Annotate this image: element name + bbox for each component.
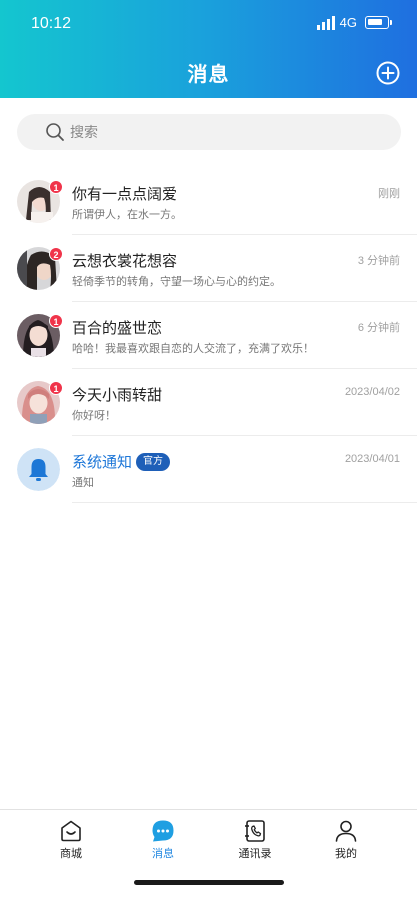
profile-icon	[335, 820, 357, 842]
unread-badge: 1	[49, 180, 63, 194]
conversation-list: 1 你有一点点阔爱 所谓伊人，在水一方。 刚刚 2 云想衣裳花想容 轻倚季节的转…	[0, 168, 417, 503]
tab-label: 通讯录	[238, 847, 272, 860]
conversation-item[interactable]: 1 今天小雨转甜 你好呀！ 2023/04/02	[0, 369, 417, 436]
conversation-item[interactable]: 2 云想衣裳花想容 轻倚季节的转角，守望一场心与心的约定。 3 分钟前	[0, 235, 417, 302]
conversation-item-system[interactable]: 系统通知 官方 通知 2023/04/01	[0, 436, 417, 503]
conversation-time: 6 分钟前	[357, 322, 400, 334]
conversation-name: 你有一点点阔爱	[72, 185, 178, 203]
conversation-preview: 所谓伊人，在水一方。	[72, 208, 182, 221]
system-avatar	[17, 448, 60, 491]
conversation-name: 百合的盛世恋	[72, 319, 163, 337]
unread-badge: 1	[49, 381, 63, 395]
conversation-item[interactable]: 1 你有一点点阔爱 所谓伊人，在水一方。 刚刚	[0, 168, 417, 235]
unread-badge: 2	[49, 247, 63, 261]
message-icon	[152, 820, 174, 842]
official-badge: 官方	[136, 453, 170, 471]
conversation-item[interactable]: 1 百合的盛世恋 哈哈！我最喜欢跟自恋的人交流了，充满了欢乐！ 6 分钟前	[0, 302, 417, 369]
divider	[72, 502, 417, 503]
conversation-name: 今天小雨转甜	[72, 386, 163, 404]
signal-icon	[316, 15, 335, 30]
tab-label: 商城	[60, 847, 82, 860]
tab-label: 我的	[335, 847, 357, 860]
tab-contacts[interactable]: 通讯录	[225, 819, 285, 861]
home-indicator[interactable]	[134, 880, 284, 885]
status-bar: 10:12 4G	[0, 0, 417, 50]
tab-shop[interactable]: 商城	[41, 819, 101, 861]
header-bar: 10:12 4G 消息	[0, 0, 417, 98]
search-placeholder: 搜索	[70, 125, 98, 141]
shop-icon	[61, 820, 81, 842]
search-icon	[46, 123, 64, 141]
conversation-name: 系统通知	[72, 453, 133, 471]
tab-label: 消息	[152, 847, 174, 860]
page-title: 消息	[187, 62, 230, 86]
conversation-time: 3 分钟前	[357, 255, 400, 267]
search-input[interactable]: 搜索	[17, 114, 401, 150]
bell-icon	[17, 448, 60, 491]
conversation-preview: 哈哈！我最喜欢跟自恋的人交流了，充满了欢乐！	[72, 342, 314, 355]
conversation-preview: 轻倚季节的转角，守望一场心与心的约定。	[72, 275, 281, 288]
tab-messages[interactable]: 消息	[133, 819, 193, 861]
conversation-preview: 你好呀！	[72, 409, 116, 422]
conversation-time: 2023/04/02	[344, 386, 400, 398]
unread-badge: 1	[49, 314, 63, 328]
tab-profile[interactable]: 我的	[316, 819, 376, 861]
contacts-icon	[245, 820, 265, 842]
conversation-name: 云想衣裳花想容	[72, 252, 178, 270]
conversation-time: 刚刚	[378, 188, 400, 200]
network-label: 4G	[339, 15, 357, 30]
bottom-tab-bar: 商城 消息 通讯录 我的	[0, 809, 417, 902]
add-icon[interactable]	[376, 61, 400, 85]
status-indicators: 4G	[316, 15, 392, 30]
status-time: 10:12	[31, 15, 72, 32]
conversation-preview: 通知	[72, 476, 94, 489]
conversation-time: 2023/04/01	[344, 453, 400, 465]
battery-icon	[365, 16, 392, 29]
